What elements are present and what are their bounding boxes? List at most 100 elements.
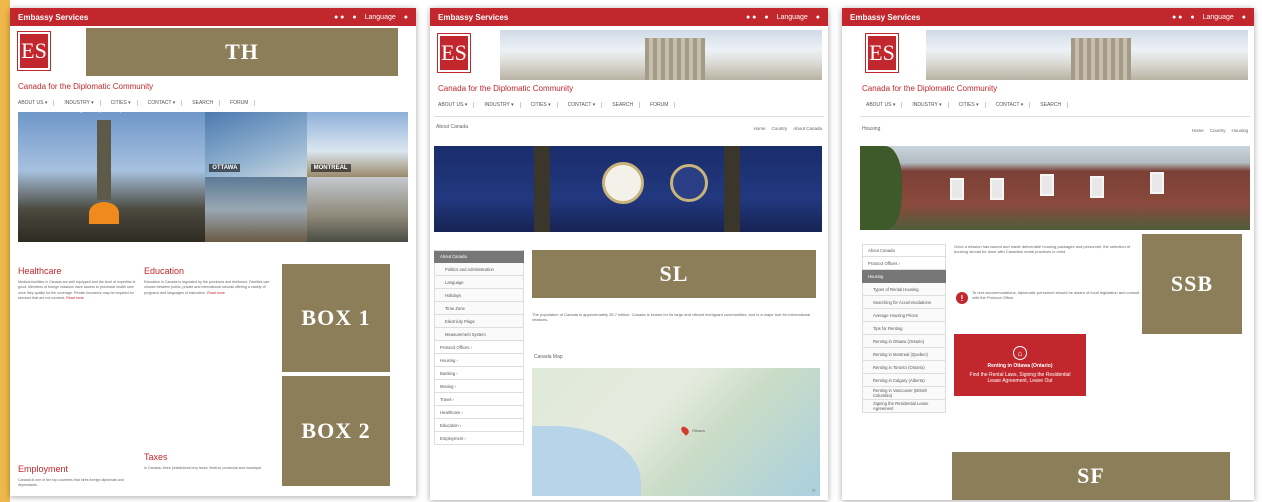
collage-montreal: MONTREAL	[306, 112, 408, 177]
site-title[interactable]: Canada for the Diplomatic Community	[438, 84, 573, 93]
top-bar-item[interactable]: ●	[1242, 14, 1246, 21]
screenshot-housing: Embassy Services ● ● ● Language ● ES Can…	[842, 8, 1254, 500]
site-logo[interactable]: ES	[17, 31, 51, 71]
sidebar-item[interactable]: Time Zone	[434, 302, 524, 315]
canada-map[interactable]: Ottawa ⊕	[532, 368, 820, 496]
main-nav: ABOUT US ▾ INDUSTRY ▾ CITIES ▾ CONTACT ▾…	[866, 102, 1069, 108]
main-nav: ABOUT US ▾ INDUSTRY ▾ CITIES ▾ CONTACT ▾…	[438, 102, 676, 108]
top-bar-title: Embassy Services	[850, 12, 921, 22]
sidebar-item[interactable]: Protocol Offices ›	[434, 341, 524, 354]
section-text: In Canada, three jurisdictions levy taxe…	[144, 466, 262, 470]
top-bar-item[interactable]: ● ●	[334, 14, 344, 21]
site-logo[interactable]: ES	[865, 33, 899, 73]
section-heading[interactable]: Healthcare	[18, 266, 62, 276]
nav-item[interactable]: FORUM	[650, 102, 676, 108]
sidebar-item[interactable]: Protocol Offices ›	[862, 257, 946, 270]
sidebar-item[interactable]: Banking ›	[434, 367, 524, 380]
top-bar-item[interactable]: ●	[816, 14, 820, 21]
nav-item[interactable]: ABOUT US ▾	[18, 100, 55, 106]
label-th: TH	[86, 28, 398, 76]
top-bar-item[interactable]: ● ●	[746, 14, 756, 21]
sidebar-item[interactable]: Renting in Toronto (Ontario)	[862, 361, 946, 374]
top-bar-item[interactable]: ●	[764, 14, 768, 21]
label-sl: SL	[532, 250, 816, 298]
read-more-link[interactable]: Read more	[207, 291, 225, 295]
sidebar-item[interactable]: Education ›	[434, 419, 524, 432]
top-bar-item[interactable]: ●	[1190, 14, 1194, 21]
nav-item[interactable]: SEARCH	[612, 102, 641, 108]
sidebar-item[interactable]: Politics and Administration	[434, 263, 524, 276]
map-pin-icon[interactable]	[679, 425, 691, 436]
sidebar-item[interactable]: Healthcare ›	[434, 406, 524, 419]
window	[1090, 176, 1104, 198]
nav-item[interactable]: CITIES ▾	[531, 102, 558, 108]
section-heading[interactable]: Employment	[18, 464, 68, 474]
breadcrumb-item[interactable]: Country	[1210, 128, 1226, 133]
nav-item[interactable]: INDUSTRY ▾	[484, 102, 521, 108]
top-bar: Embassy Services ● ● ● Language ●	[430, 8, 828, 26]
nav-item[interactable]: SEARCH	[192, 100, 221, 106]
site-logo[interactable]: ES	[437, 33, 471, 73]
label-ssb: SSB	[1142, 234, 1242, 334]
breadcrumb-item[interactable]: Home	[1192, 128, 1204, 133]
breadcrumb-item[interactable]: Home	[753, 126, 765, 131]
read-more-link[interactable]: Read more	[66, 296, 84, 300]
sidebar-item[interactable]: Renting in Vancouver (British Columbia)	[862, 387, 946, 400]
sidebar-item[interactable]: Renting in Montreal (Quebec)	[862, 348, 946, 361]
map-city-label: Ottawa	[692, 428, 705, 433]
sidebar-item[interactable]: Electricity Plugs	[434, 315, 524, 328]
top-bar-item[interactable]: ● ●	[1172, 14, 1182, 21]
top-bar-item[interactable]: ●	[352, 14, 356, 21]
section-heading[interactable]: Taxes	[144, 452, 168, 462]
sidebar-item[interactable]: Employment ›	[434, 432, 524, 445]
sidebar-item[interactable]: Signing the Residential Lease Agreement	[862, 400, 946, 413]
alert-icon: !	[956, 292, 968, 304]
sidebar-item[interactable]: Renting in Ottawa (Ontario)	[862, 335, 946, 348]
nav-item[interactable]: INDUSTRY ▾	[64, 100, 101, 106]
nav-item[interactable]: CONTACT ▾	[568, 102, 603, 108]
sidebar-item[interactable]: Tips for Renting	[862, 322, 946, 335]
section-text: Education in Canada is regulated by the …	[144, 280, 270, 295]
sidebar-item[interactable]: Holidays	[434, 289, 524, 302]
sidebar-item[interactable]: Renting in Calgary (Alberta)	[862, 374, 946, 387]
nav-item[interactable]: CONTACT ▾	[148, 100, 183, 106]
language-link[interactable]: Language	[777, 14, 808, 21]
nav-item[interactable]: ABOUT US ▾	[866, 102, 903, 108]
top-bar: Embassy Services ● ● ● Language ●	[842, 8, 1254, 26]
nav-item[interactable]: ABOUT US ▾	[438, 102, 475, 108]
clock-tower-banner	[434, 146, 822, 232]
section-heading[interactable]: Education	[144, 266, 184, 276]
nav-item[interactable]: INDUSTRY ▾	[912, 102, 949, 108]
language-link[interactable]: Language	[365, 14, 396, 21]
nav-item[interactable]: SEARCH	[1040, 102, 1069, 108]
sidebar-item[interactable]: Moving ›	[434, 380, 524, 393]
sidebar-item[interactable]: Travel ›	[434, 393, 524, 406]
site-title[interactable]: Canada for the Diplomatic Community	[862, 84, 997, 93]
nav-item[interactable]: CITIES ▾	[959, 102, 986, 108]
top-bar-item[interactable]: ●	[404, 14, 408, 21]
nav-item[interactable]: CONTACT ▾	[996, 102, 1031, 108]
map-zoom-icon[interactable]: ⊕	[812, 488, 816, 494]
nav-item[interactable]: CITIES ▾	[111, 100, 138, 106]
sidebar-item[interactable]: Searching for Accommodations	[862, 296, 946, 309]
tower-spire	[724, 146, 740, 232]
sidebar-item[interactable]: Average Housing Prices	[862, 309, 946, 322]
language-link[interactable]: Language	[1203, 14, 1234, 21]
sidebar-item[interactable]: About Canada	[862, 244, 946, 257]
sidebar-item[interactable]: Language	[434, 276, 524, 289]
sidebar-item[interactable]: Housing ›	[434, 354, 524, 367]
collage-tag-ottawa: OTTAWA	[209, 164, 241, 172]
sidebar-item[interactable]: Housing	[862, 270, 946, 283]
sidebar-item[interactable]: Types of Rental Housing	[862, 283, 946, 296]
breadcrumb-item[interactable]: Country	[771, 126, 787, 131]
nav-item[interactable]: FORUM	[230, 100, 256, 106]
renting-ottawa-card[interactable]: ⌂ Renting in Ottawa (Ontario) Find the R…	[954, 334, 1086, 396]
sidebar-nav: About Canada Politics and Administration…	[434, 250, 524, 445]
breadcrumb: Home Country About Canada	[753, 126, 822, 131]
top-bar: Embassy Services ● ● ● Language ●	[10, 8, 416, 26]
housing-banner	[860, 146, 1250, 230]
sidebar-item[interactable]: Measurement System	[434, 328, 524, 341]
hero-collage: Canada is the world's second largest cou…	[18, 108, 408, 242]
sidebar-item[interactable]: About Canada	[434, 250, 524, 263]
site-title[interactable]: Canada for the Diplomatic Community	[18, 82, 153, 91]
